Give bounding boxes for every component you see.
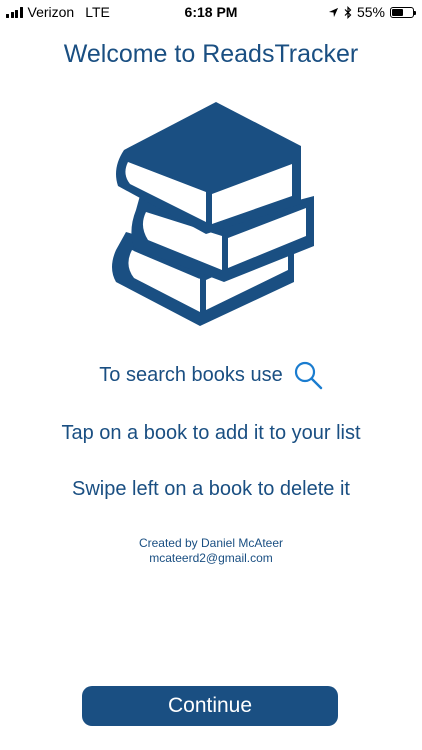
- bluetooth-icon: [344, 5, 352, 19]
- books-stack-icon: [112, 102, 314, 326]
- tap-instruction: Tap on a book to add it to your list: [61, 422, 361, 444]
- author-email: mcateerd2@gmail.com: [149, 551, 273, 565]
- search-icon: [294, 361, 322, 390]
- status-bar: Verizon LTE 6:18 PM 55%: [0, 0, 422, 24]
- search-instruction-text: To search books use: [99, 363, 283, 386]
- battery-icon: [390, 6, 416, 18]
- welcome-title: Welcome to ReadsTracker: [63, 40, 359, 68]
- battery-percent: 55%: [356, 4, 385, 20]
- battery-tip: [414, 10, 416, 15]
- swipe-instruction: Swipe left on a book to delete it: [72, 478, 350, 500]
- continue-button[interactable]: Continue: [82, 686, 338, 726]
- search-instruction: To search books use: [0, 360, 422, 390]
- status-bar-right: 55%: [328, 4, 416, 20]
- location-arrow-icon: [328, 7, 339, 17]
- author-credit: Created by Daniel McAteer: [138, 536, 284, 550]
- battery-fill: [392, 8, 403, 16]
